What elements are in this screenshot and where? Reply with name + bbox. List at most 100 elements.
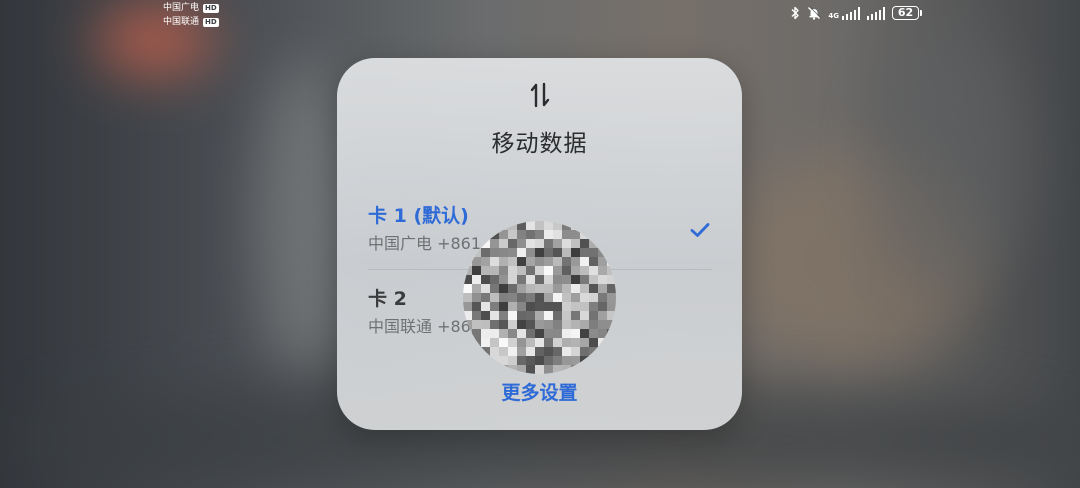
mosaic-cell (598, 293, 608, 303)
mosaic-cell (571, 347, 581, 357)
mosaic-cell (544, 338, 554, 348)
mosaic-cell (463, 302, 473, 312)
mosaic-cell (517, 266, 527, 276)
mosaic-cell (589, 248, 599, 258)
mosaic-cell (544, 329, 554, 339)
mosaic-cell (526, 248, 536, 258)
mosaic-cell (499, 248, 509, 258)
mosaic-cell (553, 320, 563, 330)
mosaic-cell (535, 302, 545, 312)
mosaic-cell (490, 257, 500, 267)
mosaic-cell (508, 311, 518, 321)
mosaic-cell (553, 230, 563, 240)
mosaic-cell (472, 284, 482, 294)
mosaic-cell (589, 284, 599, 294)
mosaic-cell (517, 230, 527, 240)
mosaic-cell (553, 329, 563, 339)
mosaic-cell (580, 266, 590, 276)
mosaic-cell (598, 266, 608, 276)
mosaic-cell (499, 347, 509, 357)
mosaic-cell (607, 284, 616, 294)
mosaic-cell (535, 311, 545, 321)
mosaic-cell (562, 275, 572, 285)
pixelated-mosaic (463, 221, 616, 374)
mosaic-cell (535, 257, 545, 267)
mosaic-cell (535, 266, 545, 276)
mosaic-cell (517, 311, 527, 321)
mosaic-cell (499, 311, 509, 321)
mosaic-cell (526, 320, 536, 330)
hd-badge: HD (203, 17, 219, 27)
mosaic-cell (481, 248, 491, 258)
mosaic-cell (481, 302, 491, 312)
mosaic-cell (463, 293, 473, 303)
mosaic-cell (553, 239, 563, 249)
mosaic-cell (589, 257, 599, 267)
mosaic-cell (544, 239, 554, 249)
carrier-row-1: 中国广电 HD (163, 1, 219, 15)
mosaic-cell (535, 320, 545, 330)
mosaic-cell (562, 248, 572, 258)
mosaic-cell (517, 356, 527, 366)
mosaic-cell (499, 293, 509, 303)
mosaic-cell (580, 347, 590, 357)
battery-level: 62 (892, 6, 919, 20)
mosaic-cell (517, 239, 527, 249)
mosaic-cell (562, 230, 572, 240)
screen: 中国广电 HD 中国联通 HD 4G 62 移动数据 卡 1 (默认) 中国广电… (0, 0, 1080, 488)
mosaic-cell (553, 356, 563, 366)
mosaic-cell (553, 293, 563, 303)
signal-icon (867, 6, 885, 20)
mosaic-cell (535, 347, 545, 357)
mosaic-cell (571, 311, 581, 321)
mosaic-cell (589, 302, 599, 312)
mosaic-cell (544, 266, 554, 276)
mosaic-cell (580, 338, 590, 348)
mosaic-cell (553, 347, 563, 357)
mosaic-cell (472, 257, 482, 267)
mosaic-cell (508, 338, 518, 348)
mosaic-cell (571, 230, 581, 240)
mosaic-cell (490, 275, 500, 285)
mosaic-cell (526, 221, 536, 231)
check-icon (690, 223, 710, 237)
mosaic-cell (589, 320, 599, 330)
mosaic-cell (508, 329, 518, 339)
mosaic-cell (508, 347, 518, 357)
more-settings-link[interactable]: 更多设置 (337, 378, 742, 405)
mosaic-cell (526, 338, 536, 348)
mosaic-cell (544, 284, 554, 294)
mosaic-cell (508, 356, 518, 366)
mosaic-cell (472, 275, 482, 285)
mosaic-cell (490, 320, 500, 330)
mosaic-cell (508, 257, 518, 267)
mosaic-cell (580, 248, 590, 258)
mosaic-cell (562, 320, 572, 330)
mosaic-cell (526, 230, 536, 240)
mosaic-cell (544, 230, 554, 240)
mosaic-cell (526, 302, 536, 312)
mosaic-cell (544, 311, 554, 321)
sim-carrier-number: 中国联通 +86 (368, 317, 471, 336)
mosaic-cell (553, 338, 563, 348)
carrier-name: 中国广电 (163, 3, 200, 13)
mosaic-cell (517, 320, 527, 330)
mosaic-cell (535, 356, 545, 366)
mosaic-cell (517, 302, 527, 312)
sim-name: 卡 2 (368, 288, 407, 310)
mosaic-cell (508, 275, 518, 285)
mosaic-cell (526, 257, 536, 267)
mosaic-cell (544, 320, 554, 330)
mosaic-cell (544, 365, 554, 374)
mosaic-cell (562, 302, 572, 312)
mosaic-cell (526, 266, 536, 276)
mosaic-cell (553, 311, 563, 321)
mosaic-cell (526, 356, 536, 366)
mosaic-cell (499, 266, 509, 276)
mosaic-cell (562, 266, 572, 276)
mosaic-cell (499, 257, 509, 267)
mosaic-cell (499, 320, 509, 330)
mosaic-cell (571, 302, 581, 312)
mosaic-cell (544, 248, 554, 258)
mosaic-cell (571, 248, 581, 258)
